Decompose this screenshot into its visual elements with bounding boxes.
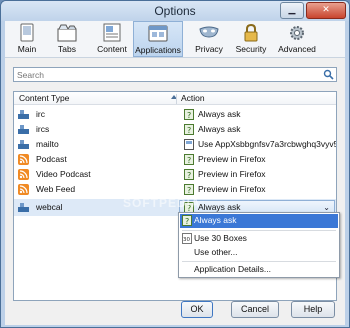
svg-text:30: 30 <box>183 237 190 243</box>
dropdown-item-label: Use 30 Boxes <box>194 233 247 243</box>
tabs-icon <box>57 24 77 42</box>
table-row[interactable]: Podcast ? Preview in Firefox <box>14 152 336 167</box>
tab-privacy-label: Privacy <box>195 44 223 54</box>
minimize-button[interactable]: ▁ <box>280 2 304 19</box>
help-button[interactable]: Help <box>291 301 335 318</box>
security-lock-icon <box>244 23 258 42</box>
protocol-icon <box>18 110 29 119</box>
tab-main[interactable]: Main <box>9 21 45 57</box>
tab-security-label: Security <box>235 44 267 54</box>
svg-text:?: ? <box>187 186 191 195</box>
action-value: Always ask <box>198 109 241 119</box>
tab-advanced[interactable]: Advanced <box>275 21 319 57</box>
ask-icon: ? <box>184 154 194 165</box>
action-dropdown-list: ? Always ask 30 Use 30 Boxes Use other..… <box>178 212 340 278</box>
feed-icon <box>18 169 29 180</box>
applications-panel: Content Type Action irc ? Always ask irc… <box>5 57 345 325</box>
column-action[interactable]: Action <box>181 93 205 103</box>
ask-icon: ? <box>184 184 194 195</box>
tab-advanced-label: Advanced <box>278 44 316 54</box>
tab-applications[interactable]: Applications <box>133 21 183 57</box>
tab-tabs-label: Tabs <box>58 44 76 54</box>
action-value: Use AppXsbbgnfsv7a3rcbwghq3vyv59... <box>198 139 337 149</box>
protocol-icon <box>18 140 29 149</box>
dropdown-item-label: Application Details... <box>194 264 272 274</box>
action-select-value: Always ask <box>198 202 241 212</box>
content-type-name: Podcast <box>36 154 67 164</box>
tab-content[interactable]: Content <box>91 21 133 57</box>
column-content-type[interactable]: Content Type <box>19 93 69 103</box>
tab-tabs[interactable]: Tabs <box>49 21 85 57</box>
applications-icon <box>148 25 168 42</box>
content-type-name: irc <box>36 109 45 119</box>
content-type-name: ircs <box>36 124 50 134</box>
action-value: Preview in Firefox <box>198 154 266 164</box>
feed-icon <box>18 154 29 165</box>
dropdown-item-always-ask[interactable]: ? Always ask <box>180 214 338 228</box>
action-value: Always ask <box>198 124 241 134</box>
ask-icon: ? <box>182 215 192 226</box>
ask-icon: ? <box>184 124 194 135</box>
table-row[interactable]: mailto Use AppXsbbgnfsv7a3rcbwghq3vyv59.… <box>14 137 336 152</box>
tab-security[interactable]: Security <box>231 21 271 57</box>
content-type-name: Video Podcast <box>36 169 91 179</box>
search-box <box>13 67 337 82</box>
table-row[interactable]: ircs ? Always ask <box>14 122 336 137</box>
chevron-down-icon[interactable]: ⌄ <box>323 203 330 212</box>
calendar-icon: 30 <box>182 233 192 244</box>
tab-privacy[interactable]: Privacy <box>191 21 227 57</box>
search-input[interactable] <box>14 68 314 81</box>
tab-applications-label: Applications <box>135 45 181 55</box>
action-value: Preview in Firefox <box>198 169 266 179</box>
column-divider[interactable] <box>176 94 177 104</box>
dropdown-item-30-boxes[interactable]: 30 Use 30 Boxes <box>180 232 338 246</box>
feed-icon <box>18 184 29 195</box>
content-icon <box>103 23 121 42</box>
tab-main-label: Main <box>17 44 37 54</box>
action-value: Preview in Firefox <box>198 184 266 194</box>
dropdown-item-label: Always ask <box>194 215 237 225</box>
table-row[interactable]: Video Podcast ? Preview in Firefox <box>14 167 336 182</box>
svg-text:?: ? <box>185 217 189 226</box>
svg-text:?: ? <box>187 111 191 120</box>
dropdown-separator <box>182 261 336 262</box>
dropdown-item-label: Use other... <box>194 247 238 257</box>
protocol-icon <box>18 125 29 134</box>
title-bar: Options ▁ ✕ <box>1 1 349 21</box>
content-type-name: Web Feed <box>36 184 76 194</box>
cancel-button[interactable]: Cancel <box>231 301 279 318</box>
privacy-mask-icon <box>199 26 219 38</box>
options-window: Options ▁ ✕ Main Tabs Content Applicatio… <box>0 0 350 328</box>
svg-text:?: ? <box>187 126 191 135</box>
options-toolbar: Main Tabs Content Applications Privacy S… <box>5 21 345 57</box>
table-header: Content Type Action <box>14 92 336 105</box>
ok-button[interactable]: OK <box>181 301 213 318</box>
dropdown-separator <box>182 230 336 231</box>
dropdown-item-application-details[interactable]: Application Details... <box>180 263 338 277</box>
app-icon <box>184 139 194 150</box>
search-icon[interactable] <box>323 69 334 80</box>
ask-icon: ? <box>184 109 194 120</box>
tab-content-label: Content <box>97 44 127 54</box>
protocol-icon <box>18 203 29 212</box>
ask-icon: ? <box>184 169 194 180</box>
svg-text:?: ? <box>187 171 191 180</box>
main-icon <box>20 23 34 42</box>
content-type-name: webcal <box>36 202 63 212</box>
advanced-gear-icon <box>290 26 304 40</box>
dropdown-item-use-other[interactable]: Use other... <box>180 246 338 260</box>
svg-text:?: ? <box>187 156 191 165</box>
table-row[interactable]: irc ? Always ask <box>14 107 336 122</box>
close-button[interactable]: ✕ <box>306 2 346 19</box>
content-type-name: mailto <box>36 139 59 149</box>
table-row[interactable]: Web Feed ? Preview in Firefox <box>14 182 336 197</box>
